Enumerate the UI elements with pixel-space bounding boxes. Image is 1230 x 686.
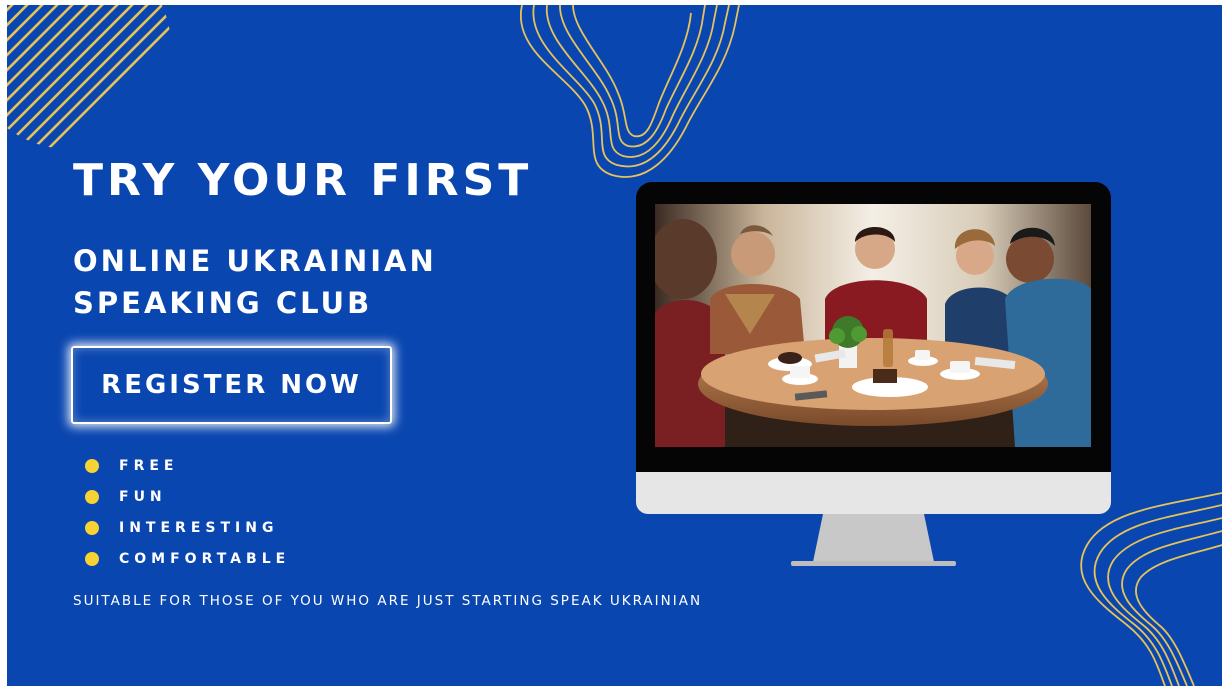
striped-circle: [7, 5, 171, 149]
feature-item-comfortable: COMFORTABLE: [85, 543, 290, 574]
promo-banner: TRY YOUR FIRST ONLINE UKRAINIAN SPEAKING…: [7, 5, 1222, 686]
wavy-lines-top: [519, 5, 740, 178]
monitor-stand: [791, 514, 956, 566]
feature-label: FREE: [119, 457, 179, 474]
feature-label: INTERESTING: [119, 519, 279, 536]
register-now-button[interactable]: REGISTER NOW: [71, 346, 392, 424]
feature-label: COMFORTABLE: [119, 550, 291, 567]
feature-list: FREE FUN INTERESTING COMFORTABLE: [85, 450, 290, 574]
subheadline: ONLINE UKRAINIAN SPEAKING CLUB: [73, 240, 437, 324]
feature-item-fun: FUN: [85, 481, 290, 512]
monitor-illustration: [636, 182, 1111, 566]
headline: TRY YOUR FIRST: [73, 155, 533, 206]
subhead-line-1: ONLINE UKRAINIAN: [73, 244, 437, 278]
bullet-dot-icon: [85, 551, 99, 566]
suitable-note: SUITABLE FOR THOSE OF YOU WHO ARE JUST S…: [73, 593, 703, 609]
bullet-dot-icon: [85, 520, 99, 535]
group-photo-image: [655, 204, 1091, 447]
feature-item-free: FREE: [85, 450, 290, 481]
feature-item-interesting: INTERESTING: [85, 512, 290, 543]
bullet-dot-icon: [85, 489, 99, 504]
monitor-chin: [636, 472, 1111, 514]
subhead-line-2: SPEAKING CLUB: [73, 286, 373, 320]
bullet-dot-icon: [85, 458, 99, 473]
feature-label: FUN: [119, 488, 167, 505]
